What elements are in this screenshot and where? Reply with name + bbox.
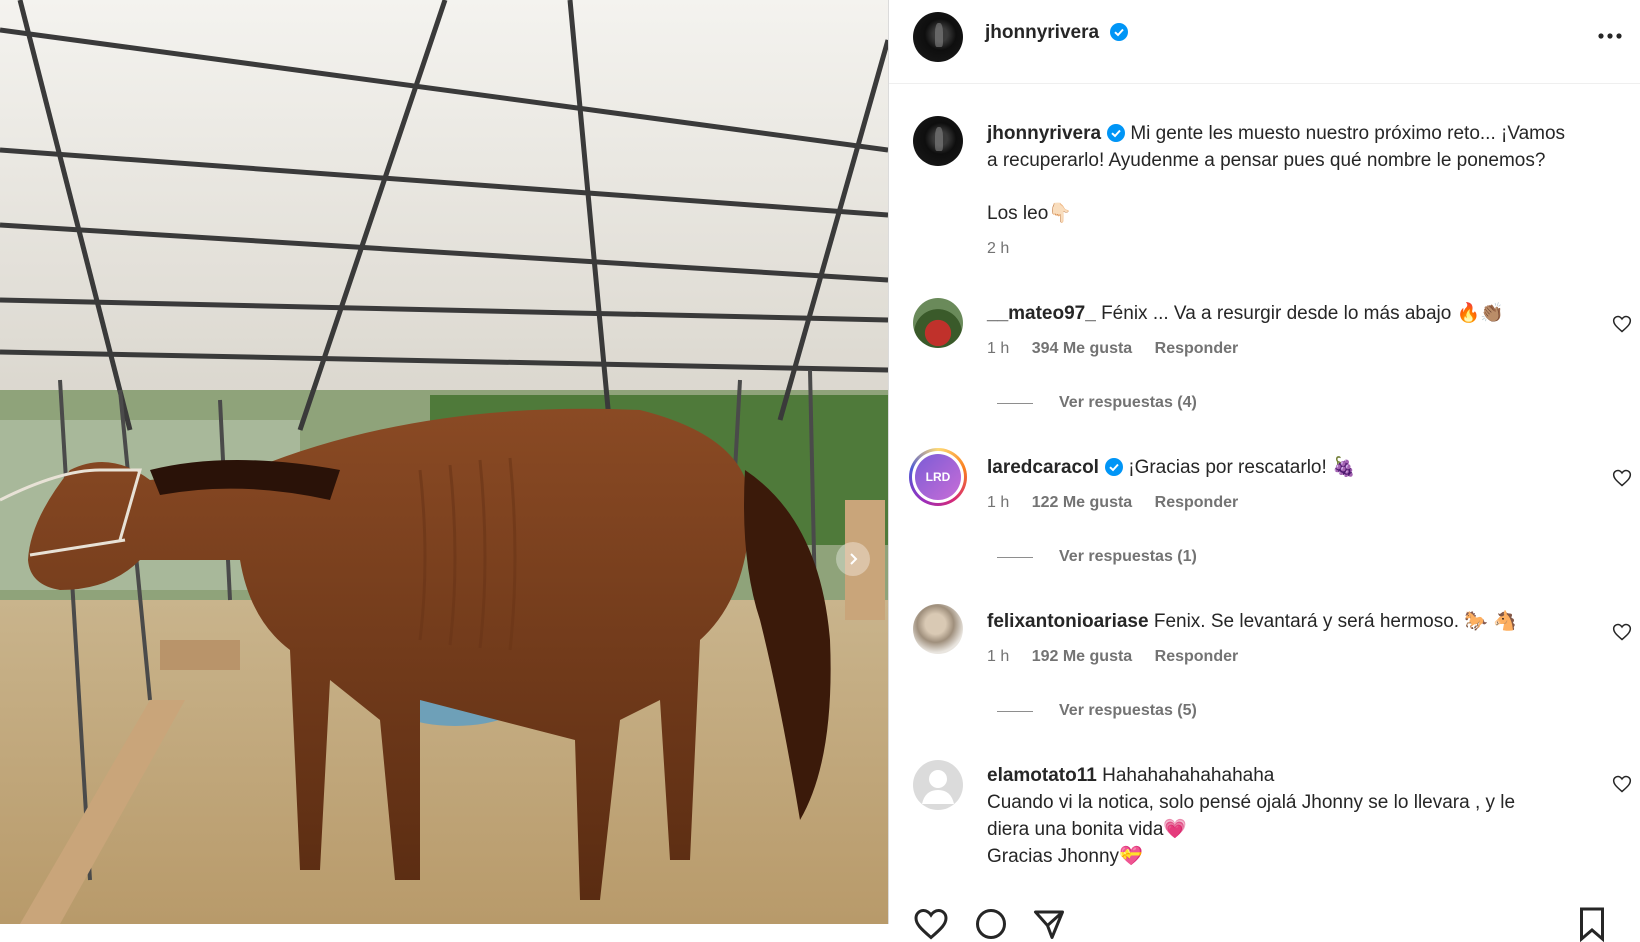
reply-button[interactable]: Responder bbox=[1155, 648, 1239, 665]
post-photo[interactable] bbox=[0, 0, 888, 924]
like-comment-heart-icon[interactable] bbox=[1612, 622, 1632, 642]
post-side-panel: jhonnyrivera jhonnyrivera Mi gente les m… bbox=[888, 0, 1640, 942]
commenter-avatar[interactable] bbox=[913, 298, 963, 348]
caption-author-avatar[interactable] bbox=[913, 116, 963, 166]
like-comment-heart-icon[interactable] bbox=[1612, 774, 1632, 794]
divider-line bbox=[997, 556, 1033, 558]
view-replies-button[interactable]: Ver respuestas (4) bbox=[997, 394, 1197, 412]
view-replies-button[interactable]: Ver respuestas (1) bbox=[997, 548, 1197, 566]
verified-badge-icon bbox=[1107, 124, 1126, 142]
divider-line bbox=[997, 402, 1033, 404]
view-replies-label: Ver respuestas (5) bbox=[1059, 702, 1197, 719]
comment-meta: 1 h 394 Me gusta Responder bbox=[987, 340, 1256, 358]
caption-text-line3: Los leo👇🏻 bbox=[987, 203, 1072, 224]
comment-text: Fénix ... Va a resurgir desde lo más aba… bbox=[1101, 303, 1504, 324]
comment-username[interactable]: elamotato11 bbox=[987, 765, 1097, 786]
comment-item: laredcaracol ¡Gracias por rescatarlo! 🍇 bbox=[987, 454, 1587, 481]
view-replies-label: Ver respuestas (4) bbox=[1059, 394, 1197, 411]
comment-bubble-icon[interactable] bbox=[973, 906, 1009, 942]
author-name-row: jhonnyrivera bbox=[985, 22, 1128, 44]
comment-item: __mateo97_ Fénix ... Va a resurgir desde… bbox=[987, 300, 1587, 327]
comment-username[interactable]: __mateo97_ bbox=[987, 303, 1096, 324]
caption-text-line1: Mi gente les muesto nuestro próximo reto… bbox=[1130, 123, 1566, 144]
comment-likes[interactable]: 192 Me gusta bbox=[1032, 648, 1132, 665]
comment-text: Fenix. Se levantará y será hermoso. 🐎 🐴 bbox=[1153, 611, 1517, 632]
comment-likes[interactable]: 394 Me gusta bbox=[1032, 340, 1132, 357]
like-comment-heart-icon[interactable] bbox=[1612, 314, 1632, 334]
comment-meta: 1 h 192 Me gusta Responder bbox=[987, 648, 1256, 666]
post-header: jhonnyrivera bbox=[889, 0, 1640, 84]
caption-timestamp: 2 h bbox=[987, 240, 1010, 257]
more-options-icon[interactable] bbox=[1596, 22, 1624, 50]
comment-text-line3: diera una bonita vida💗 bbox=[987, 819, 1188, 840]
divider-line bbox=[997, 710, 1033, 712]
comment-text: ¡Gracias por rescatarlo! 🍇 bbox=[1128, 457, 1356, 478]
reply-button[interactable]: Responder bbox=[1155, 494, 1239, 511]
view-replies-label: Ver respuestas (1) bbox=[1059, 548, 1197, 565]
comment-text-line2: Cuando vi la notica, solo pensé ojalá Jh… bbox=[987, 792, 1516, 813]
like-heart-icon[interactable] bbox=[913, 906, 949, 942]
verified-badge-icon bbox=[1109, 23, 1128, 41]
share-send-icon[interactable] bbox=[1031, 906, 1067, 942]
default-user-icon bbox=[922, 770, 954, 804]
instagram-post-view: jhonnyrivera jhonnyrivera Mi gente les m… bbox=[0, 0, 1640, 942]
comment-item: felixantonioariase Fenix. Se levantará y… bbox=[987, 608, 1587, 635]
commenter-avatar[interactable] bbox=[913, 604, 963, 654]
view-replies-button[interactable]: Ver respuestas (5) bbox=[997, 702, 1197, 720]
avatar-initials: LRD bbox=[915, 454, 961, 500]
comment-time: 1 h bbox=[987, 340, 1010, 357]
comment-meta: 1 h 122 Me gusta Responder bbox=[987, 494, 1256, 512]
author-username[interactable]: jhonnyrivera bbox=[985, 22, 1099, 43]
comment-item: elamotato11 Hahahahahahahaha Cuando vi l… bbox=[987, 762, 1627, 870]
bookmark-icon[interactable] bbox=[1577, 906, 1607, 942]
reply-button[interactable]: Responder bbox=[1155, 340, 1239, 357]
comment-username[interactable]: felixantonioariase bbox=[987, 611, 1149, 632]
caption: jhonnyrivera Mi gente les muesto nuestro… bbox=[987, 120, 1627, 262]
commenter-avatar[interactable] bbox=[913, 760, 963, 810]
comment-text-line4: Gracias Jhonny💝 bbox=[987, 846, 1143, 867]
comment-time: 1 h bbox=[987, 648, 1010, 665]
post-action-bar bbox=[889, 900, 1640, 942]
author-avatar[interactable] bbox=[913, 12, 963, 62]
comment-username[interactable]: laredcaracol bbox=[987, 457, 1099, 478]
comment-likes[interactable]: 122 Me gusta bbox=[1032, 494, 1132, 511]
like-comment-heart-icon[interactable] bbox=[1612, 468, 1632, 488]
horse-photo-illustration bbox=[0, 0, 888, 924]
carousel-next-button[interactable] bbox=[836, 542, 870, 576]
comment-text-line1: Hahahahahahahaha bbox=[1102, 765, 1275, 786]
chevron-right-icon bbox=[850, 553, 858, 565]
caption-text-line2: a recuperarlo! Ayudenme a pensar pues qu… bbox=[987, 150, 1546, 171]
caption-username[interactable]: jhonnyrivera bbox=[987, 123, 1101, 144]
comment-time: 1 h bbox=[987, 494, 1010, 511]
commenter-avatar[interactable]: LRD bbox=[909, 448, 967, 506]
verified-badge-icon bbox=[1104, 458, 1123, 476]
